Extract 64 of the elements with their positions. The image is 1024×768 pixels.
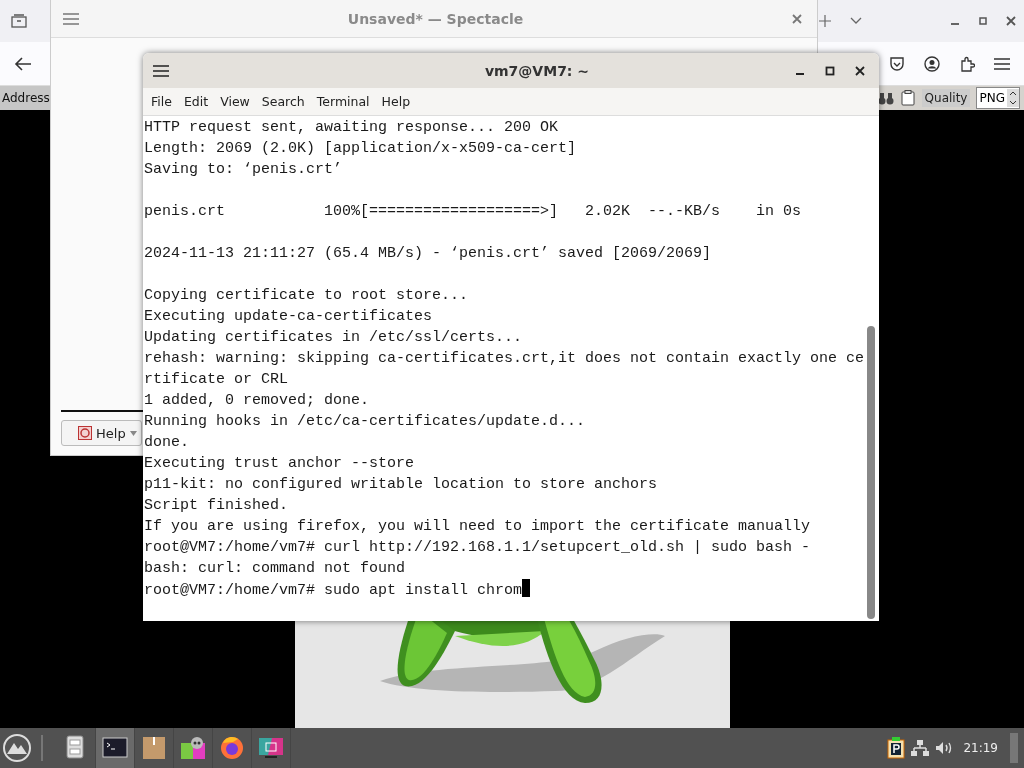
address-label: Address xyxy=(0,86,52,110)
terminal-line: Script finished. xyxy=(144,496,289,516)
menu-item[interactable]: Edit xyxy=(177,92,215,111)
quality-label: Quality xyxy=(921,89,971,107)
extensions-icon[interactable] xyxy=(959,55,975,72)
terminal-line: root@VM7:/home/vm7# curl http://192.168.1.1/setupcert_old.sh | sudo bash - xyxy=(144,538,811,558)
box-icon xyxy=(141,735,167,761)
terminal-line: 1 added, 0 removed; done. xyxy=(144,391,370,411)
screen-capture-icon xyxy=(258,735,284,761)
terminal-line: done. xyxy=(144,433,189,453)
terminal-line: rehash: warning: skipping ca-certificates.crt,it does not contain exactly one ce xyxy=(144,349,865,369)
pocket-icon[interactable] xyxy=(889,55,905,72)
terminal-line: Copying certificate to root store... xyxy=(144,286,469,306)
menu-icon[interactable] xyxy=(153,64,169,77)
close-icon[interactable] xyxy=(855,65,865,76)
clock[interactable]: 21:19 xyxy=(959,741,998,755)
back-arrow-icon[interactable] xyxy=(14,56,32,71)
terminal-line: bash: curl: command not found xyxy=(144,559,406,579)
help-button[interactable]: Help xyxy=(61,420,142,446)
terminal-line: rtificate or CRL xyxy=(144,370,289,390)
menu-icon[interactable] xyxy=(63,12,79,25)
spin-arrows-icon xyxy=(1007,89,1019,107)
window-title: Unsaved* — Spectacle xyxy=(347,10,524,27)
terminal-line: If you are using firefox, you will need to import the certificate manually xyxy=(144,517,811,537)
terminal-line: penis.crt 100%[===================>] 2.02K --.-KB/s in 0s xyxy=(144,202,802,222)
menu-item[interactable]: File xyxy=(145,92,178,111)
terminal-icon xyxy=(102,735,128,761)
plus-icon[interactable] xyxy=(819,15,831,27)
terminal-line: Running hooks in /etc/ca-certificates/update.d... xyxy=(144,412,586,432)
terminal-line: 2024-11-13 21:11:27 (65.4 MB/s) - ‘penis.crt’ saved [2069/2069] xyxy=(144,244,712,264)
lifebuoy-icon xyxy=(78,426,92,440)
window-title: vm7@VM7: ~ xyxy=(483,62,591,79)
format-spin-field[interactable]: PNG xyxy=(976,87,1020,109)
binoculars-icon[interactable] xyxy=(877,91,894,105)
terminal-line: HTTP request sent, awaiting response... 200 OK xyxy=(144,118,559,138)
menu-item[interactable]: Search xyxy=(255,92,311,111)
parking-icon[interactable] xyxy=(887,737,906,759)
menu-icon[interactable] xyxy=(994,57,1010,70)
caret-icon xyxy=(129,430,137,436)
clipboard-icon[interactable] xyxy=(899,90,916,106)
account-icon[interactable] xyxy=(924,55,940,72)
text-cursor xyxy=(522,579,531,597)
terminal-line: root@VM7:/home/vm7# sudo apt install chrom xyxy=(144,579,531,600)
menu-item[interactable]: Terminal xyxy=(310,92,376,111)
maximize-icon[interactable] xyxy=(825,65,835,76)
taskbar-button[interactable] xyxy=(96,728,135,768)
scrollbar-thumb[interactable] xyxy=(867,326,876,619)
paint-app-icon xyxy=(180,735,206,761)
close-icon[interactable] xyxy=(1006,16,1016,26)
terminal-line: Saving to: ‘penis.crt’ xyxy=(144,160,343,180)
terminal-line: Updating certificates in /etc/ssl/certs... xyxy=(144,328,523,348)
terminal-line: Executing trust anchor --store xyxy=(144,454,415,474)
menu-item[interactable]: Help xyxy=(375,92,417,111)
network-icon[interactable] xyxy=(911,740,930,756)
chevron-down-icon[interactable] xyxy=(850,17,862,25)
volume-icon[interactable] xyxy=(935,741,954,755)
maximize-icon[interactable] xyxy=(979,17,987,25)
terminal-line: Length: 2069 (2.0K) [application/x-x509-ca-cert] xyxy=(144,139,577,159)
terminal-line: Executing update-ca-certificates xyxy=(144,307,433,327)
browser-icon xyxy=(219,735,245,761)
tab-list-icon[interactable] xyxy=(11,14,27,28)
menu-item[interactable]: View xyxy=(214,92,256,111)
launcher-icon[interactable] xyxy=(3,734,31,762)
terminal-line: p11-kit: no configured writable location to store anchors xyxy=(144,475,658,495)
